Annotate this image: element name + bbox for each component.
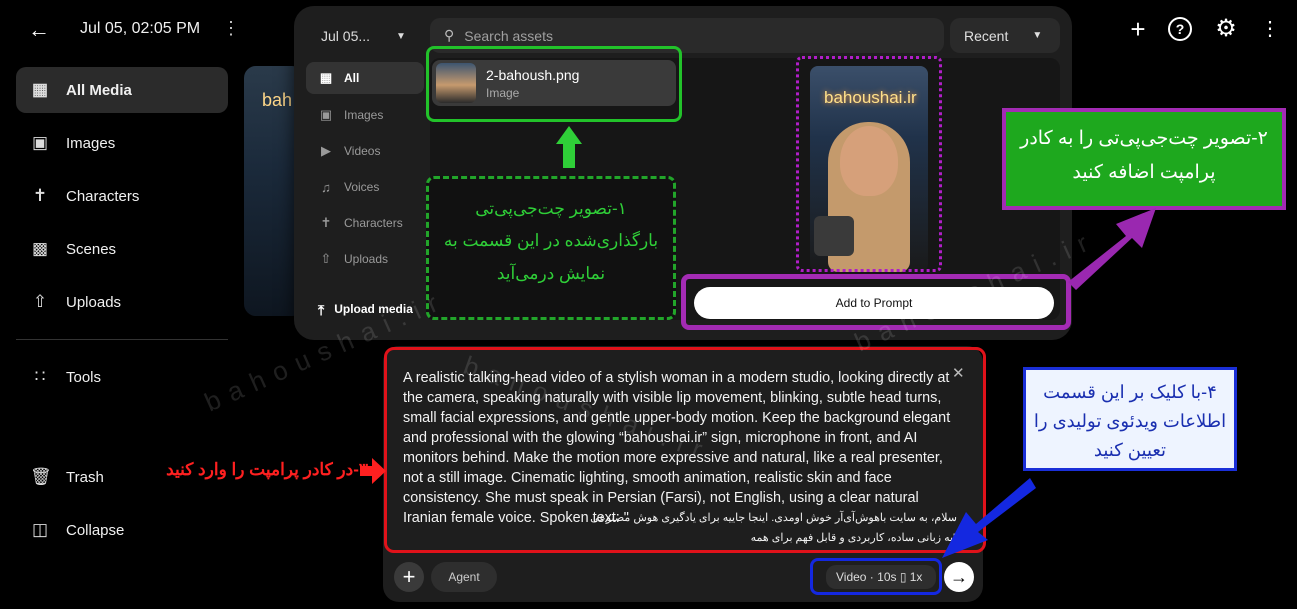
sidebar-item-label: Characters [66, 187, 140, 205]
image-icon: ▣ [31, 133, 49, 152]
sidebar-item-images[interactable]: ▣ Images [16, 120, 228, 166]
picker-tab-characters[interactable]: ✝ Characters [306, 207, 424, 239]
upload-icon: ⤒ [318, 302, 325, 318]
annotation-step3-note: ۳-در کادر پرامپت را وارد کنید [166, 460, 368, 479]
annotation-step2-note: ۲-تصویر چت‌جی‌پی‌تی را به کادر پرامپت اض… [1002, 108, 1286, 210]
picker-tab-videos[interactable]: ▶ Videos [306, 135, 424, 167]
sidebar-item-uploads[interactable]: ⇧ Uploads [16, 279, 228, 325]
sparkle-grid-icon: ∷ [34, 367, 46, 386]
add-attachment-button[interactable]: + [394, 562, 424, 592]
sidebar-item-label: Trash [66, 468, 104, 486]
picker-tab-all[interactable]: ▦ All [306, 62, 424, 94]
sidebar-item-label: All Media [66, 81, 132, 99]
gear-icon[interactable]: ⚙ [1212, 15, 1240, 43]
picker-tab-voices[interactable]: ♫ Voices [306, 171, 424, 203]
picker-tab-label: Images [344, 108, 384, 122]
video-icon: ▶ [321, 143, 331, 158]
sort-value: Recent [964, 27, 1009, 44]
arrow-right-icon [360, 458, 386, 484]
annotation-green-highlight [426, 46, 682, 122]
annotation-step4-note: ۴-با کلیک بر این قسمت اطلاعات ویدئوی تول… [1023, 367, 1237, 471]
picker-tab-label: Videos [344, 144, 381, 158]
person-icon: ✝ [32, 186, 48, 205]
sidebar-item-label: Scenes [66, 240, 117, 258]
sidebar-item-tools[interactable]: ∷ Tools [16, 354, 228, 400]
annotation-step1-note: ۱-تصویر چت‌جی‌پی‌تی بارگذاری‌شده در این … [426, 176, 676, 320]
date-select-value: Jul 05... [321, 28, 371, 44]
grid-icon: ▦ [31, 80, 49, 99]
project-date: Jul 05, 02:05 PM [80, 20, 201, 37]
sidebar-divider [16, 339, 228, 340]
upload-folder-icon: ⇧ [320, 251, 332, 266]
picker-tab-label: Voices [344, 180, 380, 194]
sidebar-item-all-media[interactable]: ▦ All Media [16, 67, 228, 113]
sort-select[interactable]: Recent ▼ [950, 18, 1060, 53]
trash-icon: 🗑 [30, 467, 52, 486]
picker-tab-images[interactable]: ▣ Images [306, 99, 424, 131]
picker-tab-label: All [344, 71, 360, 85]
sidebar-item-scenes[interactable]: ▩ Scenes [16, 226, 228, 272]
search-input[interactable]: Search assets [464, 28, 553, 44]
collapse-icon: ◫ [31, 520, 49, 539]
chevron-down-icon: ▼ [1032, 30, 1043, 41]
help-icon[interactable]: ? [1168, 17, 1192, 41]
picker-tab-uploads[interactable]: ⇧ Uploads [306, 243, 424, 275]
thumbnail-label: bah [262, 90, 293, 110]
picker-tab-label: Uploads [344, 252, 389, 266]
close-icon[interactable]: ✕ [952, 364, 965, 382]
arrow-down-left-icon [942, 478, 1036, 558]
sidebar-item-label: Images [66, 134, 116, 152]
sidebar-item-characters[interactable]: ✝ Characters [16, 173, 228, 219]
sidebar-item-collapse[interactable]: ◫ Collapse [16, 507, 228, 553]
agent-button[interactable]: Agent [431, 562, 497, 592]
picker-tab-label: Characters [344, 216, 403, 230]
kebab-icon[interactable]: ⋮ [1256, 15, 1284, 43]
search-icon: ⚲ [444, 27, 455, 43]
plus-icon[interactable]: + [1124, 15, 1152, 43]
prompt-text-persian-2: "به زبانی ساده، کاربردی و قابل فهم برای … [750, 532, 957, 544]
voice-icon: ♫ [321, 179, 331, 195]
date-select[interactable]: Jul 05... ▼ [308, 20, 414, 52]
person-icon: ✝ [320, 215, 332, 230]
back-arrow-icon[interactable]: ← [28, 18, 52, 42]
kebab-icon[interactable]: ⋮ [222, 18, 240, 39]
grid-icon: ▦ [319, 70, 333, 85]
image-icon: ▣ [319, 107, 333, 122]
annotation-blue-highlight [810, 558, 942, 595]
sidebar-item-label: Collapse [66, 521, 125, 539]
chevron-down-icon: ▼ [396, 30, 406, 42]
upload-folder-icon: ⇧ [32, 292, 48, 311]
sidebar-item-label: Tools [66, 368, 102, 386]
arrow-up-shaft [563, 142, 575, 168]
sidebar-item-label: Uploads [66, 293, 122, 311]
annotation-purple-dotted-frame [796, 56, 942, 272]
send-button[interactable]: → [944, 562, 974, 592]
clapper-icon: ▩ [31, 239, 49, 258]
